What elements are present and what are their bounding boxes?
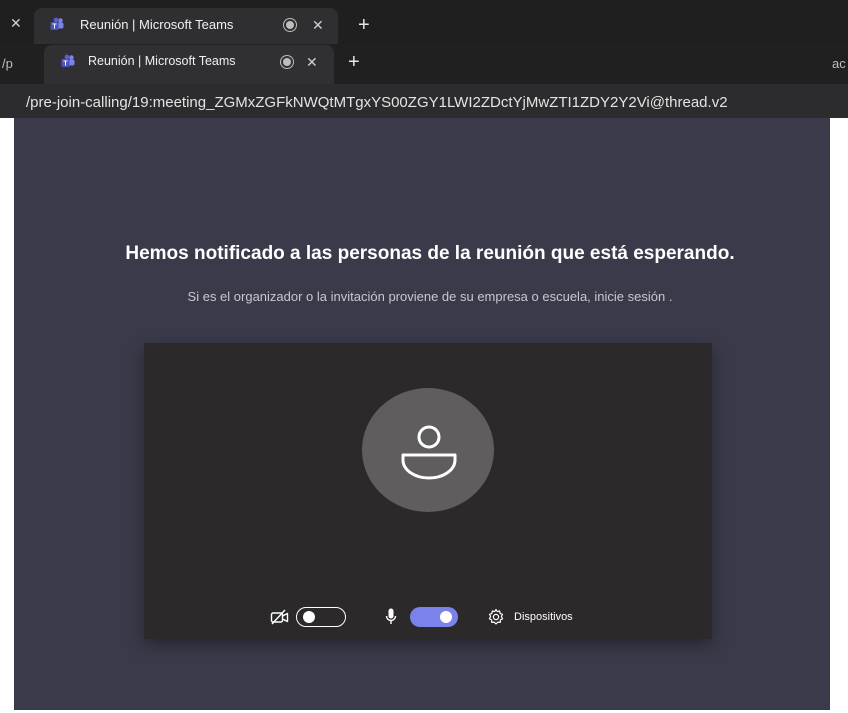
inner-right-url-fragment: ac [832,56,846,71]
inner-tab-close-icon[interactable]: ✕ [306,55,318,69]
sign-in-hint: Si es el organizador o la invitación pro… [187,289,673,304]
camera-toggle-knob [303,611,315,623]
svg-text:T: T [52,24,57,31]
microphone-icon[interactable] [384,607,398,627]
outer-tab-title: Reunión | Microsoft Teams [80,17,234,32]
address-bar-url[interactable]: /pre-join-calling/19:meeting_ZGMxZGFkNWQ… [26,95,728,110]
devices-button[interactable]: Dispositivos [514,611,573,623]
microsoft-teams-icon: T [61,54,75,68]
right-edge-strip [830,118,848,713]
page-title: Hemos notificado a las personas de la re… [125,243,735,264]
recording-dot-icon [286,21,294,29]
microsoft-teams-icon: T [50,17,64,31]
new-tab-plus-icon[interactable]: + [348,52,360,72]
recording-dot-icon [283,58,291,66]
previous-tab-close-icon[interactable]: ✕ [10,16,22,30]
inner-tab-title: Reunión | Microsoft Teams [88,54,236,68]
user-avatar-icon [401,425,457,480]
inner-left-url-fragment: /p [2,56,13,71]
new-tab-plus-icon[interactable]: + [358,15,370,35]
outer-tab-close-icon[interactable]: ✕ [312,18,324,32]
svg-text:T: T [63,61,68,68]
gear-icon[interactable] [487,608,505,626]
camera-off-icon[interactable] [270,608,290,626]
microphone-toggle-knob [440,611,452,623]
